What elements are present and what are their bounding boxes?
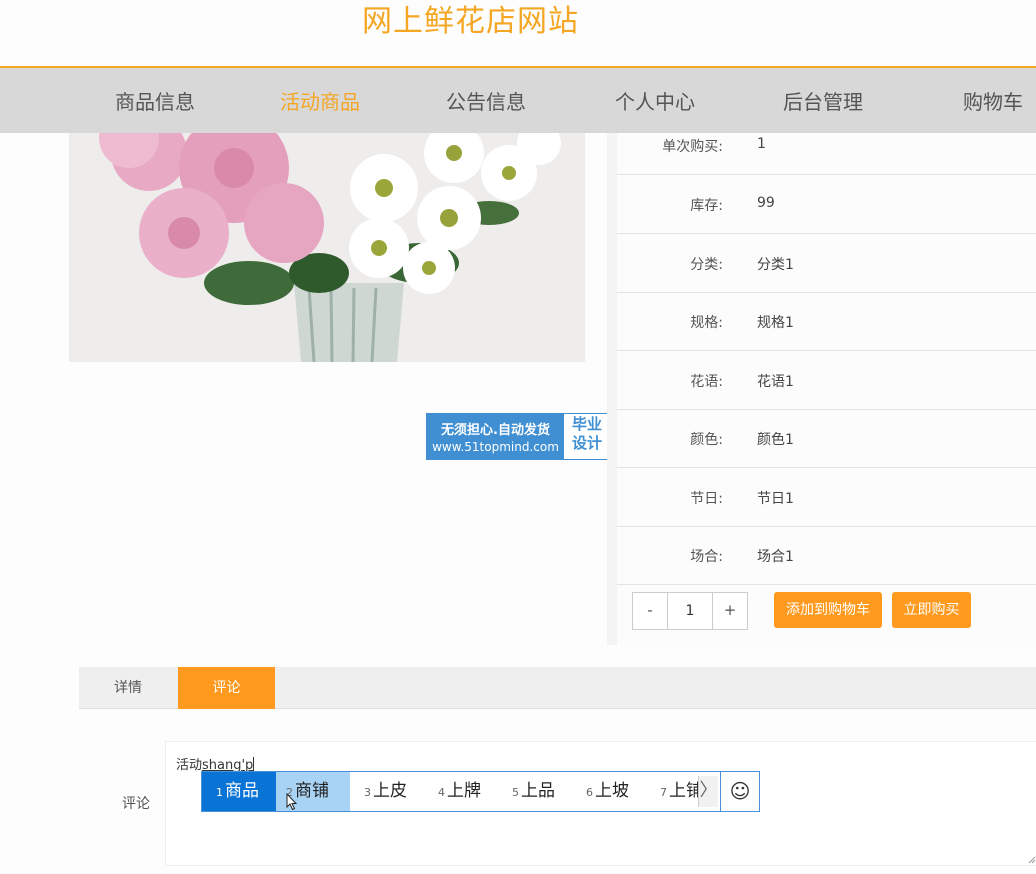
add-to-cart-button[interactable]: 添加到购物车 — [774, 592, 882, 628]
info-label: 分类: — [690, 257, 723, 273]
smiley-icon[interactable]: ☺ — [720, 772, 759, 811]
candidate-text: 上品 — [521, 781, 555, 801]
info-row-flower-language: 花语: 花语1 — [617, 352, 1036, 410]
site-title: 网上鲜花店网站 — [362, 4, 579, 39]
info-label: 花语: — [690, 374, 723, 390]
candidate-number: 6 — [586, 786, 593, 799]
info-value: 分类1 — [757, 257, 794, 273]
ime-candidate[interactable]: 4 上牌 — [438, 772, 481, 811]
candidate-text: 上坡 — [595, 781, 629, 801]
info-row-single-purchase: 单次购买: 1 — [617, 117, 1036, 175]
quantity-increase-button[interactable]: + — [712, 593, 747, 629]
comment-label: 评论 — [122, 796, 150, 812]
nav-item-announcements[interactable]: 公告信息 — [446, 86, 526, 115]
mouse-cursor-icon — [286, 793, 298, 811]
flower-bouquet-image — [69, 133, 585, 362]
ime-candidate[interactable]: 1 商品 — [202, 772, 276, 811]
info-label: 单次购买: — [662, 139, 723, 155]
tab-comment[interactable]: 评论 — [178, 667, 275, 709]
info-row-stock: 库存: 99 — [617, 176, 1036, 234]
quantity-stepper: - 1 + — [632, 592, 748, 630]
nav-item-promotions[interactable]: 活动商品 — [280, 86, 360, 115]
ime-candidate[interactable]: 5 上品 — [512, 772, 555, 811]
watermark-url: www.51topmind.com — [432, 440, 559, 454]
product-info-list: 单次购买: 1 库存: 99 分类: 分类1 规格: 规格1 花语: 花语1 颜… — [617, 133, 1036, 645]
candidate-number: 5 — [512, 786, 519, 799]
ime-candidate[interactable]: 6 上坡 — [586, 772, 629, 811]
ime-candidate[interactable]: 7 上铺 — [660, 772, 703, 811]
info-value: 场合1 — [757, 549, 794, 565]
ime-candidate-bar: 1 商品 2 商铺 3 上皮 4 上牌 5 上品 6 上坡 7 上铺 〉 ☺ — [201, 771, 760, 812]
tab-detail[interactable]: 详情 — [79, 667, 177, 709]
chevron-right-icon[interactable]: 〉 — [698, 776, 718, 807]
info-row-holiday: 节日: 节日1 — [617, 469, 1036, 527]
info-label: 库存: — [690, 198, 723, 214]
candidate-number: 7 — [660, 786, 667, 799]
nav-item-products[interactable]: 商品信息 — [115, 86, 195, 115]
candidate-text: 商品 — [225, 781, 259, 801]
info-row-category: 分类: 分类1 — [617, 235, 1036, 293]
text-caret — [253, 757, 255, 771]
nav-item-profile[interactable]: 个人中心 — [615, 86, 695, 115]
candidate-text: 上皮 — [373, 781, 407, 801]
candidate-number: 1 — [216, 786, 223, 799]
candidate-text: 商铺 — [295, 781, 329, 801]
detail-tabs: 详情 评论 — [79, 667, 1036, 709]
comment-typed-text: 活动 — [176, 758, 203, 773]
resize-handle-icon[interactable] — [1028, 856, 1036, 864]
info-value: 99 — [757, 195, 775, 211]
product-image — [69, 133, 585, 362]
watermark-right-line1: 毕业 — [571, 415, 602, 433]
info-value: 节日1 — [757, 491, 794, 507]
buy-now-button[interactable]: 立即购买 — [892, 592, 971, 628]
info-value: 颜色1 — [757, 432, 794, 448]
watermark-right: 毕业 设计 — [566, 415, 608, 453]
nav-item-cart[interactable]: 购物车 — [963, 86, 1023, 115]
watermark-line1: 无须担心.自动发货 — [441, 423, 550, 438]
info-label: 节日: — [690, 491, 723, 507]
info-value: 1 — [757, 136, 766, 152]
product-info-panel: 单次购买: 1 库存: 99 分类: 分类1 规格: 规格1 花语: 花语1 颜… — [607, 133, 1036, 645]
watermark-badge: 无须担心.自动发货 www.51topmind.com 毕业 设计 — [426, 413, 609, 460]
info-label: 颜色: — [690, 432, 723, 448]
info-row-spec: 规格: 规格1 — [617, 293, 1036, 351]
info-value: 花语1 — [757, 374, 794, 390]
nav-item-admin[interactable]: 后台管理 — [783, 86, 863, 115]
info-row-occasion: 场合: 场合1 — [617, 527, 1036, 585]
info-value: 规格1 — [757, 315, 794, 331]
candidate-number: 3 — [364, 786, 371, 799]
quantity-decrease-button[interactable]: - — [633, 593, 668, 629]
info-label: 场合: — [690, 549, 723, 565]
ime-candidate[interactable]: 3 上皮 — [364, 772, 407, 811]
watermark-right-line2: 设计 — [571, 434, 602, 452]
watermark-left: 无须担心.自动发货 www.51topmind.com — [427, 414, 564, 459]
quantity-input[interactable]: 1 — [669, 593, 711, 629]
candidate-text: 上牌 — [447, 781, 481, 801]
candidate-number: 4 — [438, 786, 445, 799]
info-label: 规格: — [690, 315, 723, 331]
info-row-color: 颜色: 颜色1 — [617, 410, 1036, 468]
